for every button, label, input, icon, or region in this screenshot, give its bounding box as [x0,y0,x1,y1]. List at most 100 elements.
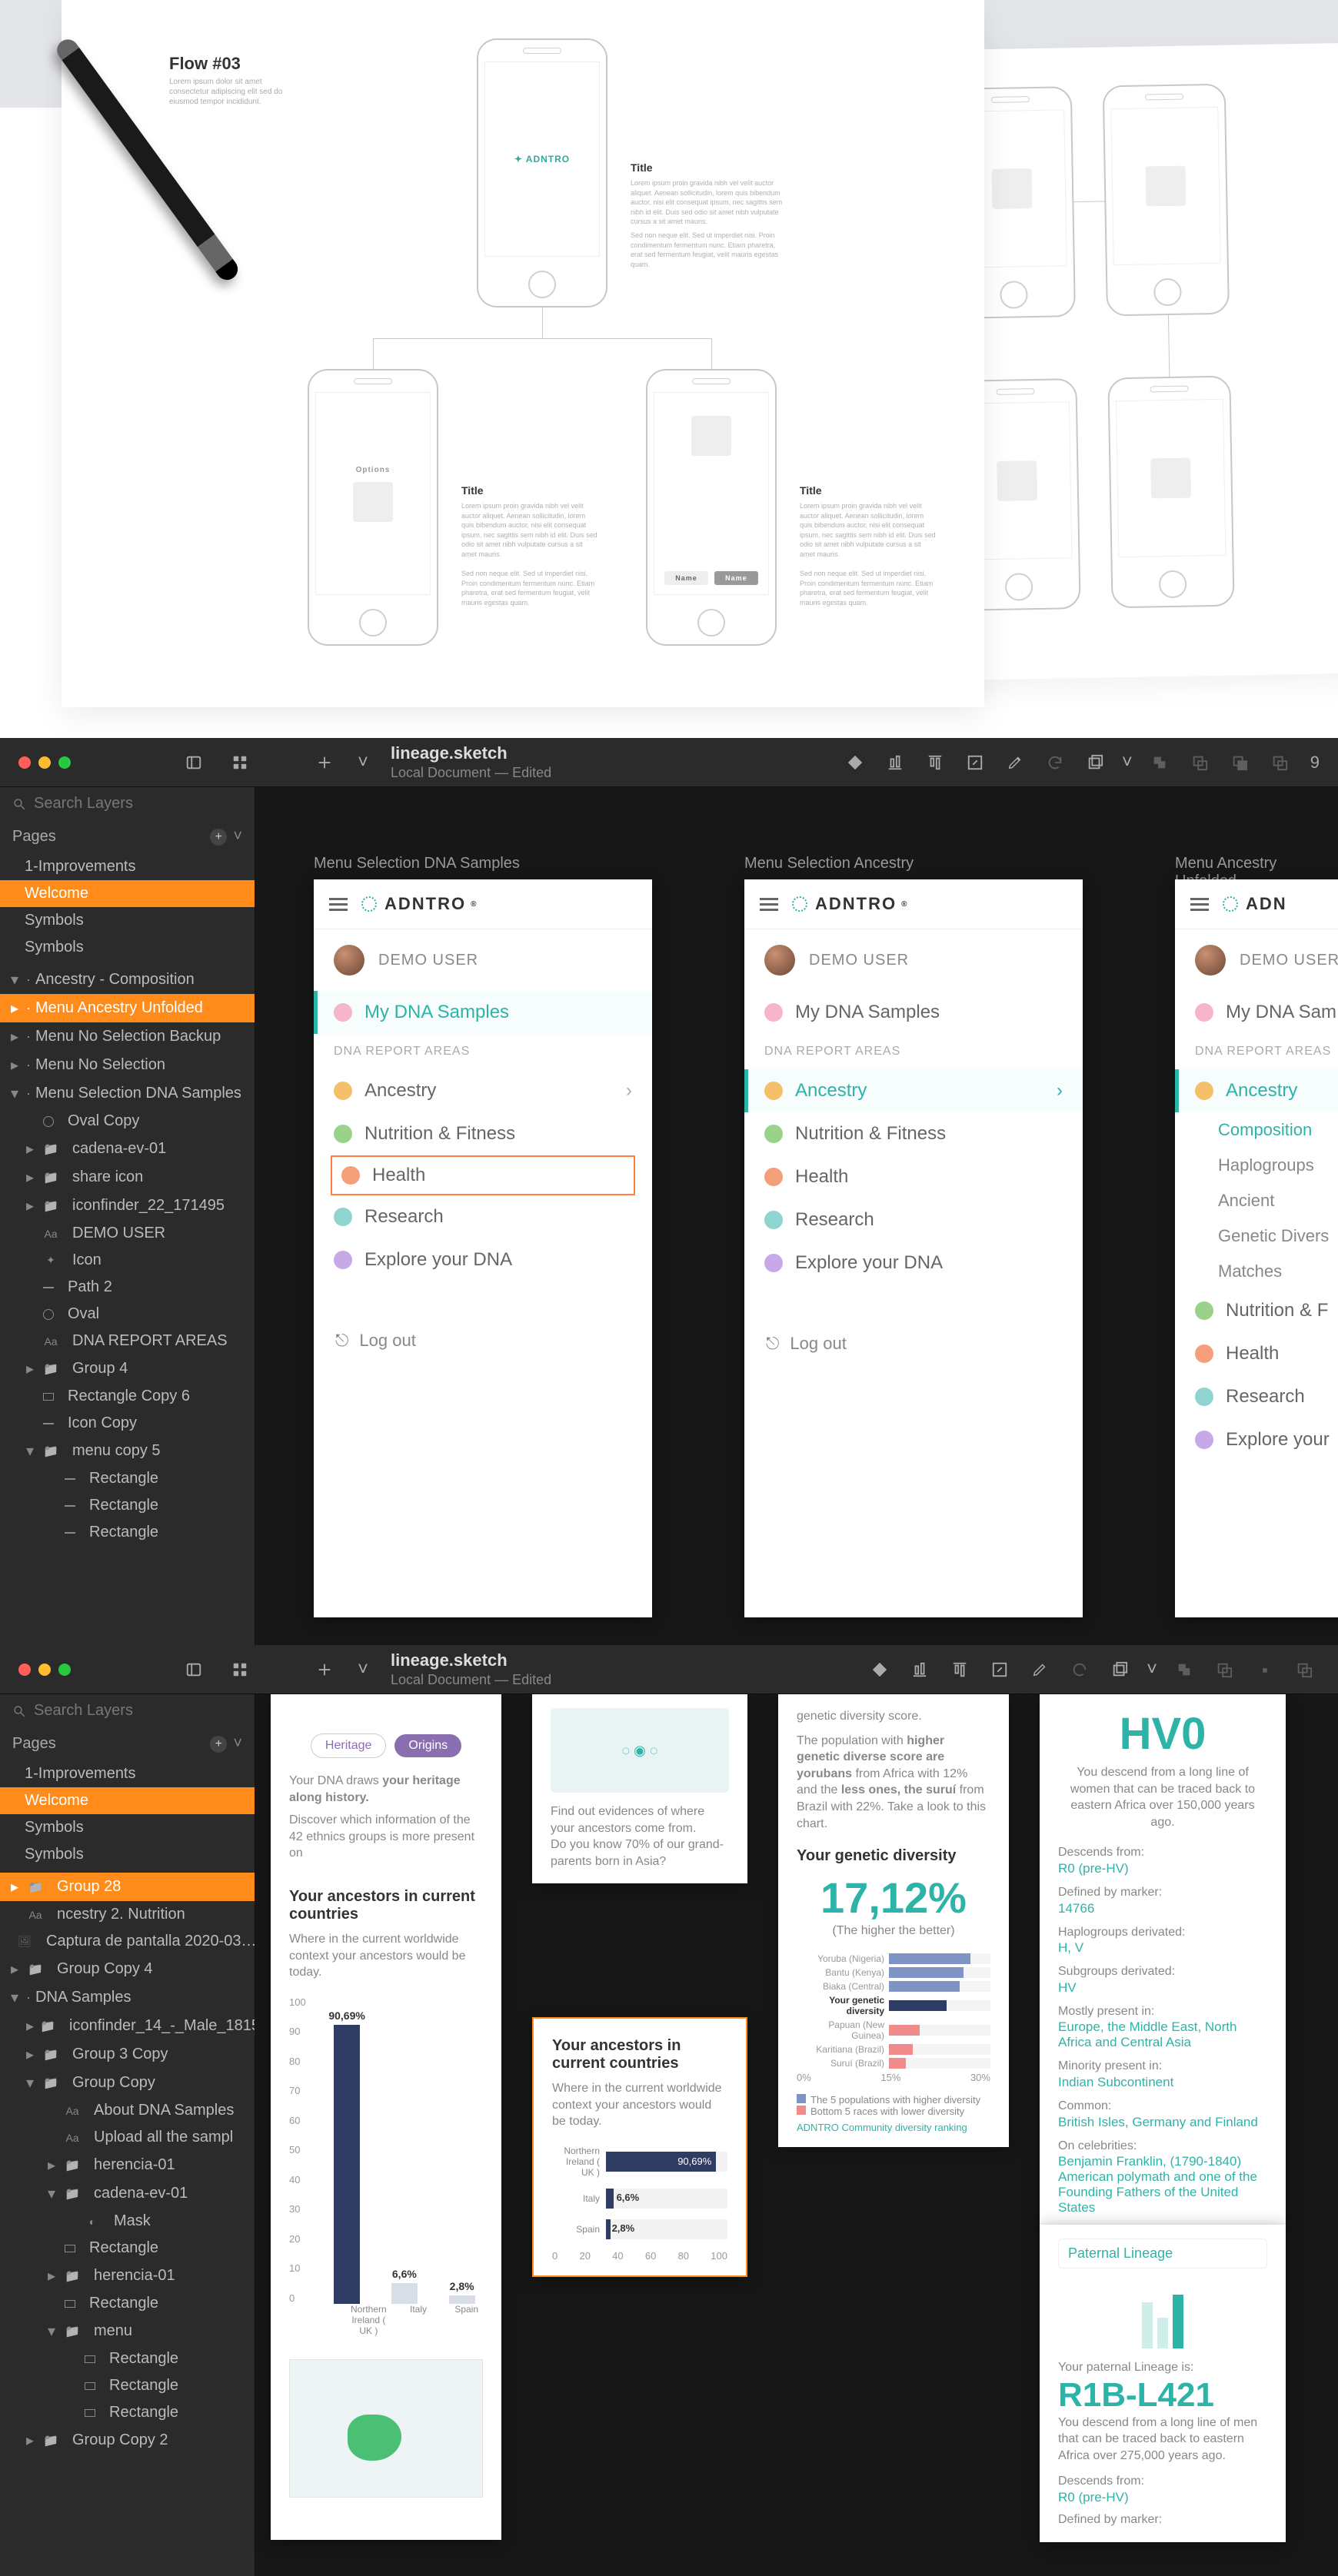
layer-row[interactable]: ▾Group Copy [0,2069,255,2097]
maximize-window-button[interactable] [58,1664,71,1676]
nav-ancestry[interactable]: Ancestry [1175,1069,1338,1112]
layer-row[interactable]: ▸Menu Ancestry Unfolded [0,994,255,1022]
page-row[interactable]: Welcome [0,1787,255,1814]
layer-row[interactable]: Rectangle [0,2235,255,2262]
page-row[interactable]: Symbols [0,1841,255,1868]
nav-ancestry[interactable]: Ancestry› [314,1069,652,1112]
layer-row[interactable]: Captura de pantalla 2020-03… [0,1928,255,1955]
close-window-button[interactable] [18,1664,31,1676]
layer-row[interactable]: Rectangle [0,2290,255,2317]
layer-row[interactable]: ▸herencia-01 [0,2151,255,2179]
layer-row[interactable]: ▸herencia-01 [0,2262,255,2290]
layer-row[interactable]: Rectangle [0,2372,255,2399]
insert-button[interactable] [309,747,340,778]
artboard-label[interactable]: Menu Selection Ancestry [744,855,914,873]
nav-research[interactable]: Research [744,1198,1083,1241]
layer-row[interactable]: Oval [0,1301,255,1328]
layer-row[interactable]: Rectangle [0,2399,255,2426]
panel-toggle-button[interactable] [178,1654,209,1685]
layer-row[interactable]: ▾DNA Samples [0,1983,255,2012]
layer-row[interactable]: Rectangle [0,1465,255,1492]
hamburger-icon[interactable] [760,895,778,914]
page-row[interactable]: 1-Improvements [0,1760,255,1787]
page-row[interactable]: 1-Improvements [0,853,255,880]
hamburger-icon[interactable] [1190,895,1209,914]
grid-view-button[interactable] [225,1654,255,1685]
difference-icon[interactable] [1264,747,1295,778]
layer-row[interactable]: ▸iconfinder_22_171495 [0,1192,255,1220]
nav-health[interactable]: Health [1175,1332,1338,1375]
nav-research[interactable]: Research [1175,1375,1338,1418]
edit-shape-icon[interactable] [1000,747,1030,778]
subtract-icon[interactable] [1184,747,1215,778]
logout-button[interactable]: ⎋Log out [744,1315,1083,1372]
align-bottom-icon[interactable] [904,1654,935,1685]
nav-explore[interactable]: Explore your DNA [314,1238,652,1281]
add-page-button[interactable]: + [210,1736,227,1753]
nav-ancestry-ancient[interactable]: Ancient [1175,1183,1338,1218]
close-window-button[interactable] [18,756,31,769]
intersect-icon[interactable] [1224,747,1255,778]
document-title-block[interactable]: lineage.sketch Local Document — Edited [391,743,551,781]
maximize-window-button[interactable] [58,756,71,769]
layer-row[interactable]: ▸Group 4 [0,1354,255,1383]
panel-toggle-button[interactable] [178,747,209,778]
nav-ancestry[interactable]: Ancestry› [744,1069,1083,1112]
intersect-icon[interactable] [1249,1654,1280,1685]
layer-row[interactable]: ▸Group Copy 2 [0,2426,255,2455]
nav-ancestry-matches[interactable]: Matches [1175,1254,1338,1289]
canvas[interactable]: Menu Selection DNA Samples Menu Selectio… [255,787,1338,1645]
nav-ancestry-genetic-diversity[interactable]: Genetic Divers [1175,1218,1338,1254]
insert-button[interactable] [309,1654,340,1685]
layer-row[interactable]: AaUpload all the sampl [0,2124,255,2151]
grid-view-button[interactable] [225,747,255,778]
document-title-block[interactable]: lineage.sketch Local Document — Edited [391,1650,551,1688]
layer-row[interactable]: ▸iconfinder_14_-_Male_1815… [0,2012,255,2040]
layer-row[interactable]: Mask [0,2208,255,2235]
tab-origins[interactable]: Origins [394,1734,461,1757]
user-row[interactable]: DEMO USER [314,929,652,991]
page-row[interactable]: Symbols [0,907,255,934]
layer-row[interactable]: ▾Ancestry - Composition [0,966,255,994]
rotate-icon[interactable] [1040,747,1070,778]
layer-row[interactable]: Aancestry 2. Nutrition [0,1901,255,1928]
search-layers-input[interactable]: Search Layers [0,787,255,820]
mask-dropdown[interactable]: ˅ [1144,1654,1160,1685]
canvas[interactable]: Heritage Origins Your DNA draws your her… [255,1694,1338,2576]
layer-row[interactable]: ▾menu copy 5 [0,1437,255,1465]
logout-button[interactable]: ⎋Log out [314,1312,652,1369]
page-row[interactable]: Symbols [0,934,255,961]
layer-row[interactable]: ▸Group 28 [0,1873,255,1901]
layer-row[interactable]: Icon [0,1247,255,1274]
layer-row[interactable]: Rectangle [0,1519,255,1546]
layer-row[interactable]: Rectangle [0,2345,255,2372]
layer-row[interactable]: ▸Menu No Selection Backup [0,1022,255,1051]
nav-my-dna-samples[interactable]: My DNA Samples [314,991,652,1034]
mask-tool-icon[interactable] [1080,747,1110,778]
nav-health[interactable]: Health [744,1155,1083,1198]
artboard-label[interactable]: Menu Selection DNA Samples [314,855,520,873]
difference-icon[interactable] [1289,1654,1320,1685]
align-bottom-icon[interactable] [880,747,910,778]
scale-icon[interactable] [960,747,990,778]
align-top-icon[interactable] [944,1654,975,1685]
zoom-level[interactable]: 9 [1310,753,1320,773]
nav-explore[interactable]: Explore your DNA [744,1241,1083,1285]
hamburger-icon[interactable] [329,895,348,914]
mask-tool-icon[interactable] [1104,1654,1135,1685]
nav-explore[interactable]: Explore your [1175,1418,1338,1461]
layer-row[interactable]: Icon Copy [0,1410,255,1437]
user-row[interactable]: DEMO USER [1175,929,1338,991]
layer-row[interactable]: Oval Copy [0,1108,255,1135]
union-icon[interactable] [1144,747,1175,778]
nav-nutrition[interactable]: Nutrition & Fitness [314,1112,652,1155]
layer-row[interactable]: ▾cadena-ev-01 [0,2179,255,2208]
layer-row[interactable]: AaAbout DNA Samples [0,2097,255,2124]
nav-research[interactable]: Research [314,1195,652,1238]
nav-ancestry-composition[interactable]: Composition [1175,1112,1338,1148]
layer-row[interactable]: Rectangle [0,1492,255,1519]
nav-health-selected-layer[interactable]: Health [331,1155,635,1195]
symbol-tool-icon[interactable] [864,1654,895,1685]
insert-dropdown[interactable]: ˅ [355,1654,371,1685]
nav-my-dna-samples[interactable]: My DNA Sam [1175,991,1338,1034]
